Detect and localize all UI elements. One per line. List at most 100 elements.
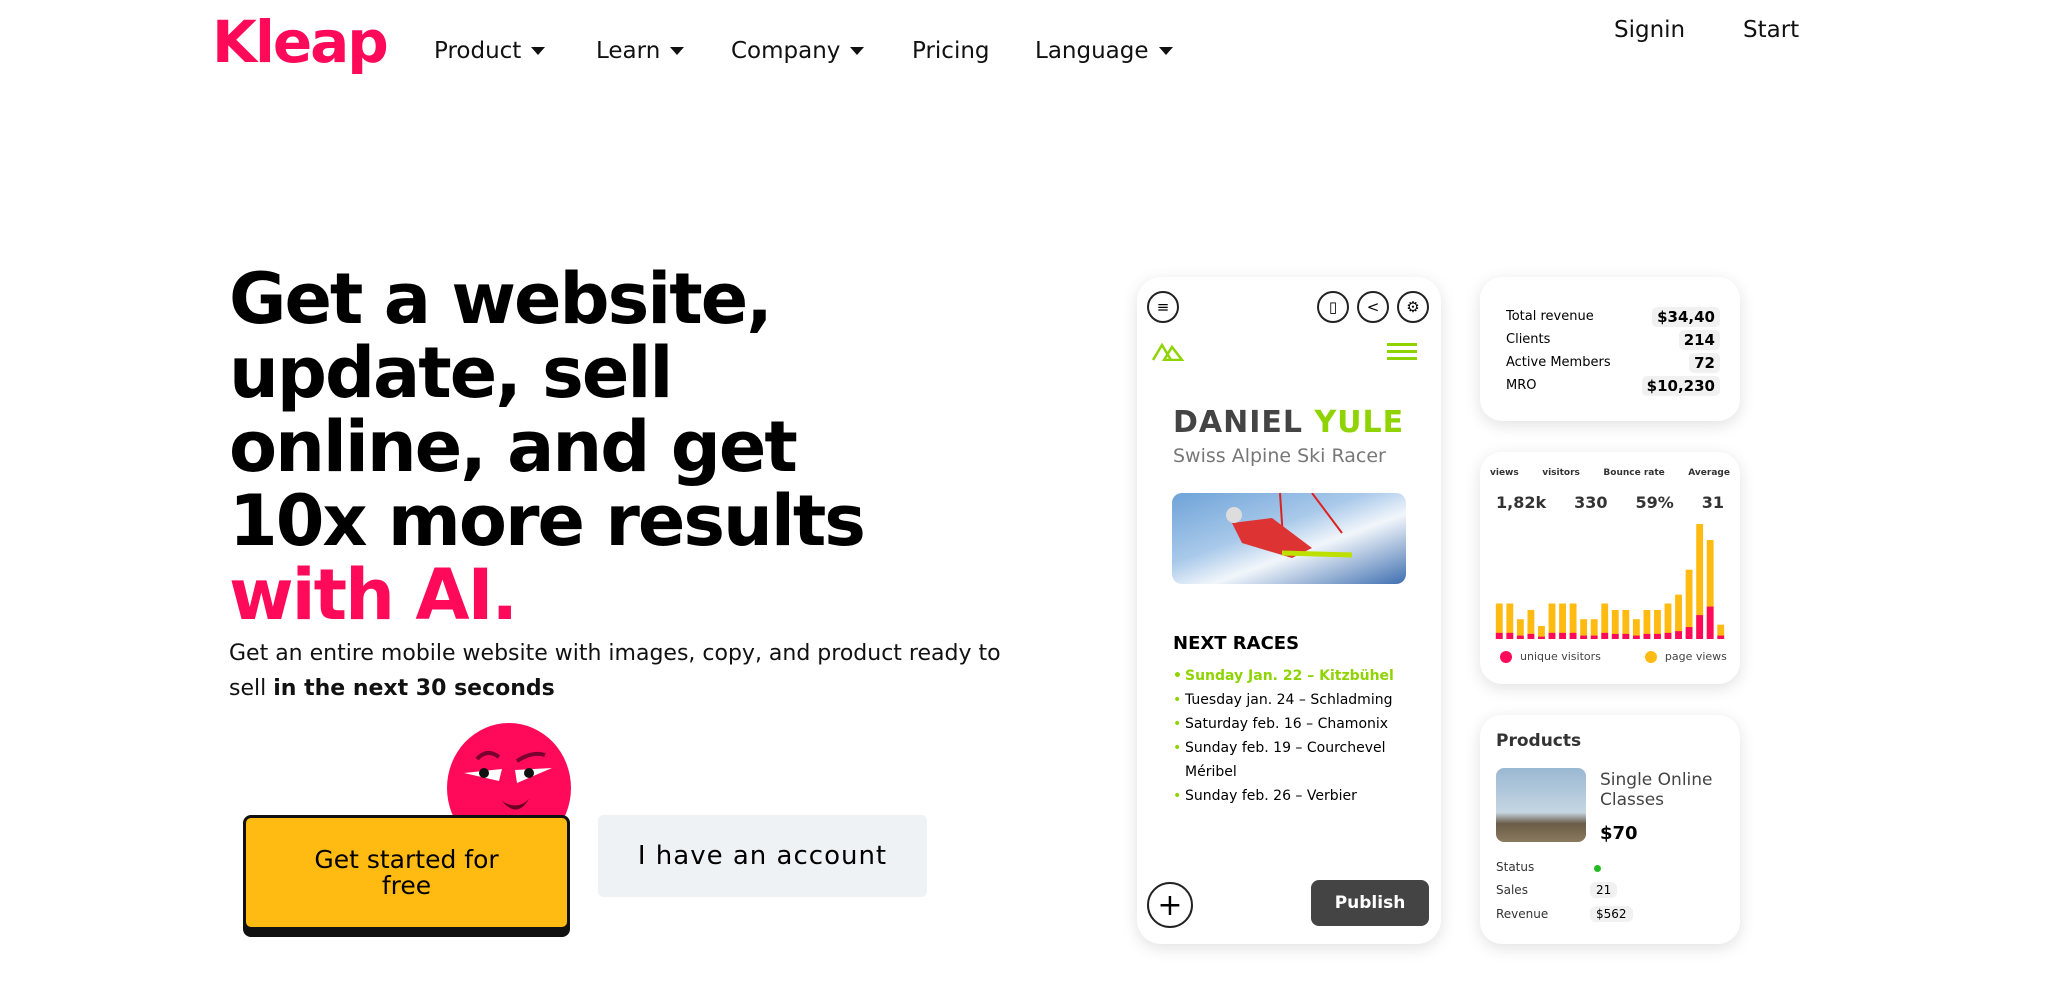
product-image [1496, 768, 1586, 842]
sales-value: 21 [1590, 882, 1618, 898]
nav-product[interactable]: Product [434, 38, 546, 64]
mountain-logo-icon [1152, 342, 1184, 361]
site-subtitle: Swiss Alpine Ski Racer [1173, 445, 1386, 467]
unique-visitors-bar [1685, 627, 1693, 639]
revenue-value: $562 [1590, 906, 1633, 922]
kpi-label: visitors [1542, 468, 1580, 478]
caret-down-icon [670, 47, 685, 55]
last-name: YULE [1314, 405, 1405, 440]
nav-pricing[interactable]: Pricing [912, 38, 990, 64]
race-item: Sunday Jan. 22 – Kitzbühel [1173, 664, 1413, 688]
stat-label: Active Members [1506, 355, 1611, 370]
unique-visitors-bar [1548, 632, 1556, 639]
unique-visitors-bar [1538, 636, 1545, 639]
unique-visitors-bar [1643, 633, 1651, 639]
kpi-value: 330 [1574, 493, 1608, 512]
nav-learn[interactable]: Learn [596, 38, 685, 64]
race-item: Saturday feb. 16 – Chamonix [1173, 712, 1413, 736]
race-item: Tuesday jan. 24 – Schladming [1173, 688, 1413, 712]
races-heading: NEXT RACES [1173, 633, 1300, 654]
publish-button[interactable]: Publish [1311, 880, 1429, 926]
caret-down-icon [850, 47, 865, 55]
nav-label: Pricing [912, 38, 990, 64]
kpi-label: Average [1688, 468, 1730, 478]
product-price: $70 [1600, 823, 1638, 844]
stat-value: $34,40 [1652, 306, 1720, 327]
headline-text: Get a website, update, sell online, and … [229, 258, 866, 562]
unique-visitors-bar [1495, 632, 1503, 639]
stat-label: Total revenue [1506, 309, 1594, 324]
mobile-icon[interactable]: ▯ [1317, 291, 1349, 323]
stat-label: Clients [1506, 332, 1551, 347]
race-item: Sunday feb. 26 – Verbier [1173, 784, 1413, 808]
legend-dot [1644, 651, 1657, 663]
unique-visitors-bar [1632, 635, 1640, 639]
legend-label: page views [1664, 650, 1727, 663]
site-title: DANIEL YULE [1173, 405, 1404, 440]
start-link[interactable]: Start [1743, 17, 1799, 43]
kleap-logo[interactable]: Kleap [212, 8, 389, 76]
nav-label: Company [731, 38, 841, 64]
race-item: Sunday feb. 19 – Courchevel Méribel [1173, 736, 1413, 784]
visitors-bar-chart [1495, 524, 1725, 639]
unique-visitors-bar [1601, 632, 1609, 639]
phone-preview: ≡ ▯ < ⚙ DANIEL YULE Swiss Alpine Ski Rac… [1137, 277, 1441, 944]
unique-visitors-bar [1569, 632, 1577, 639]
sales-label: Sales [1496, 883, 1528, 897]
first-name: DANIEL [1173, 405, 1303, 440]
revenue-label: Revenue [1496, 907, 1549, 921]
get-started-button[interactable]: Get started for free [243, 815, 570, 930]
stat-row: Clients 214 [1506, 328, 1720, 351]
product-name[interactable]: Single Online Classes [1600, 770, 1720, 810]
unique-visitors-bar [1506, 632, 1514, 639]
stat-value: 72 [1689, 352, 1720, 373]
menu-icon[interactable]: ≡ [1147, 291, 1179, 323]
kpi-value: 59% [1635, 493, 1674, 512]
stat-row: MRO $10,230 [1506, 374, 1720, 397]
have-account-button[interactable]: I have an account [598, 815, 927, 897]
products-title: Products [1496, 731, 1582, 751]
unique-visitors-bar [1654, 633, 1661, 639]
legend-dot [1500, 651, 1512, 663]
ski-racer-photo [1172, 493, 1406, 584]
nav-label: Product [434, 38, 522, 64]
stat-row: Total revenue $34,40 [1506, 305, 1720, 328]
unique-visitors-bar [1675, 631, 1682, 639]
headline-accent: with AI. [229, 554, 518, 636]
unique-visitors-bar [1611, 633, 1619, 639]
unique-visitors-bar [1516, 635, 1524, 639]
legend-label: unique visitors [1520, 650, 1601, 663]
nav-label: Learn [596, 38, 661, 64]
status-dot [1594, 865, 1601, 872]
caret-down-icon [1158, 47, 1173, 55]
share-icon[interactable]: < [1357, 291, 1389, 323]
hero-subtitle: Get an entire mobile website with images… [229, 636, 1029, 706]
unique-visitors-bar [1527, 633, 1535, 639]
unique-visitors-bar [1559, 632, 1566, 639]
races-list: Sunday Jan. 22 – Kitzbühel Tuesday jan. … [1173, 664, 1413, 808]
hamburger-icon[interactable] [1387, 341, 1419, 363]
unique-visitors-bar [1706, 606, 1714, 639]
unique-visitors-bar [1664, 632, 1672, 639]
analytics-card: views visitors Bounce rate Average 1,82k 330… [1480, 452, 1740, 684]
unique-visitors-bar [1590, 635, 1598, 639]
kpi-value: 1,82k [1496, 493, 1547, 512]
products-card: Products Single Online Classes $70 Statu… [1480, 715, 1740, 944]
unique-visitors-bar [1622, 633, 1630, 639]
plus-icon[interactable]: + [1147, 882, 1193, 928]
legend-unique-visitors: unique visitors [1500, 650, 1601, 663]
unique-visitors-bar [1696, 615, 1704, 639]
gear-icon[interactable]: ⚙ [1397, 291, 1429, 323]
kpi-label: Bounce rate [1603, 468, 1665, 478]
subtitle-bold: in the next 30 seconds [273, 676, 555, 701]
stat-row: Active Members 72 [1506, 351, 1720, 374]
kpi-value: 31 [1701, 493, 1724, 512]
legend-page-views: page views [1644, 650, 1727, 663]
unique-visitors-bar [1580, 635, 1588, 639]
hero-headline: Get a website, update, sell online, and … [229, 262, 949, 632]
caret-down-icon [531, 47, 546, 55]
nav-language[interactable]: Language [1035, 38, 1173, 64]
stats-card: Total revenue $34,40 Clients 214 Active Me… [1480, 277, 1740, 421]
nav-company[interactable]: Company [731, 38, 865, 64]
signin-link[interactable]: Signin [1614, 17, 1685, 43]
